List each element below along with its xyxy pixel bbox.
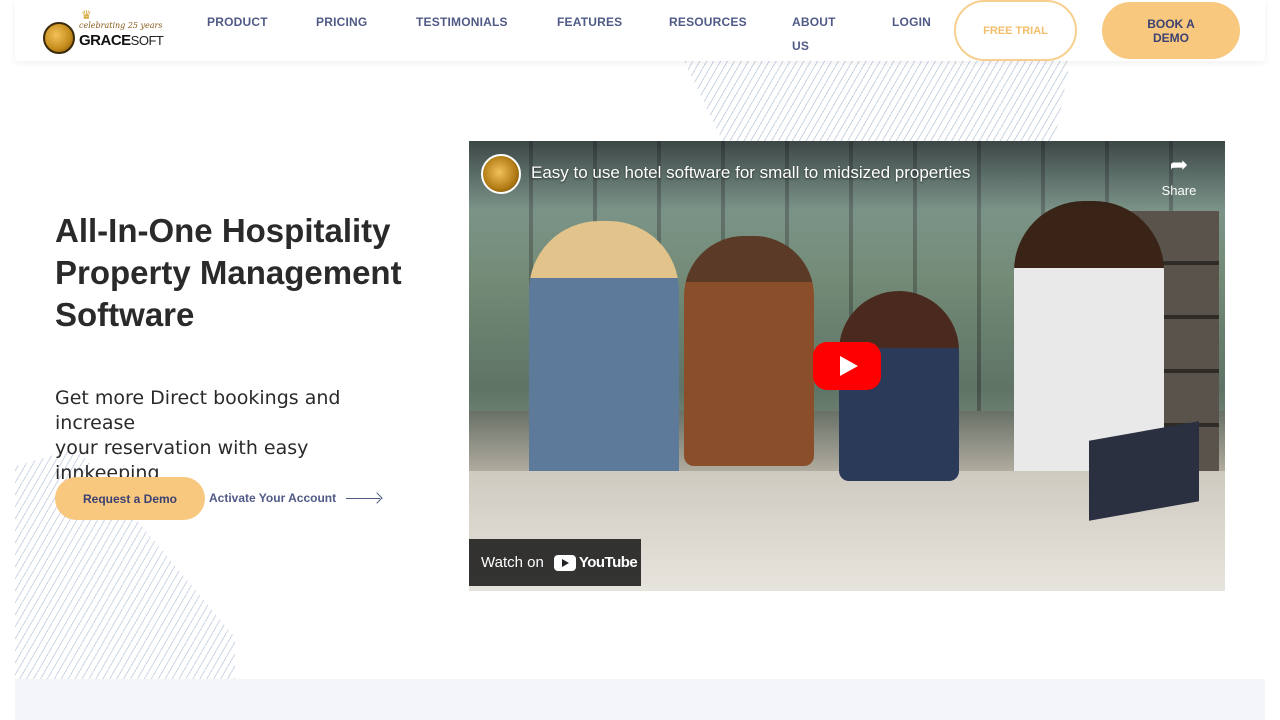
activate-account-link[interactable]: Activate Your Account bbox=[209, 488, 382, 508]
nav-testimonials[interactable]: TESTIMONIALS bbox=[416, 10, 508, 34]
request-demo-button[interactable]: Request a Demo bbox=[55, 477, 205, 520]
next-section-band bbox=[15, 679, 1265, 720]
logo-tagline: celebrating 25 years bbox=[79, 21, 163, 30]
gracesoft-logo[interactable]: ♛ celebrating 25 years GRACESOFT bbox=[43, 8, 164, 54]
decorative-hatch-top bbox=[684, 61, 1070, 141]
youtube-wordmark: YouTube bbox=[578, 554, 638, 571]
channel-avatar[interactable] bbox=[481, 154, 521, 194]
share-icon: ➦ bbox=[1169, 153, 1189, 178]
globe-icon bbox=[43, 22, 75, 54]
youtube-logo: YouTube bbox=[553, 554, 638, 571]
nav-product[interactable]: PRODUCT bbox=[207, 10, 268, 34]
hero-title: All-In-One Hospitality Property Manageme… bbox=[55, 212, 402, 333]
video-scene-person bbox=[529, 221, 679, 481]
activate-account-label: Activate Your Account bbox=[209, 491, 337, 505]
logo-brand: GRACESOFT bbox=[79, 32, 164, 49]
video-scene-person bbox=[684, 236, 814, 466]
watch-on-label: Watch on bbox=[481, 554, 544, 571]
arrow-right-icon bbox=[346, 492, 382, 504]
nav-resources[interactable]: RESOURCES bbox=[669, 10, 747, 34]
nav-login[interactable]: LOGIN bbox=[892, 10, 931, 34]
hero-subtitle-line1: Get more Direct bookings and increase bbox=[55, 387, 341, 434]
share-label: Share bbox=[1161, 183, 1197, 198]
video-title[interactable]: Easy to use hotel software for small to … bbox=[531, 163, 970, 183]
free-trial-button[interactable]: FREE TRIAL bbox=[954, 0, 1077, 61]
crown-icon: ♛ bbox=[81, 8, 92, 22]
share-button[interactable]: ➦ Share bbox=[1155, 153, 1203, 203]
nav-pricing[interactable]: PRICING bbox=[316, 10, 367, 34]
watch-on-youtube-button[interactable]: Watch on YouTube bbox=[469, 539, 641, 586]
logo-brand-sub: SOFT bbox=[130, 33, 164, 48]
play-button[interactable] bbox=[813, 342, 881, 390]
site-header: ♛ celebrating 25 years GRACESOFT PRODUCT… bbox=[15, 0, 1265, 61]
youtube-play-icon bbox=[553, 554, 576, 571]
nav-features[interactable]: FEATURES bbox=[557, 10, 622, 34]
page: ♛ celebrating 25 years GRACESOFT PRODUCT… bbox=[0, 0, 1280, 720]
hero-subtitle: Get more Direct bookings and increase yo… bbox=[55, 386, 405, 486]
logo-brand-main: GRACE bbox=[79, 32, 131, 49]
book-demo-button[interactable]: BOOK A DEMO bbox=[1102, 2, 1240, 59]
youtube-video-embed[interactable]: Easy to use hotel software for small to … bbox=[469, 141, 1225, 591]
nav-about-us[interactable]: ABOUT US bbox=[792, 10, 848, 58]
